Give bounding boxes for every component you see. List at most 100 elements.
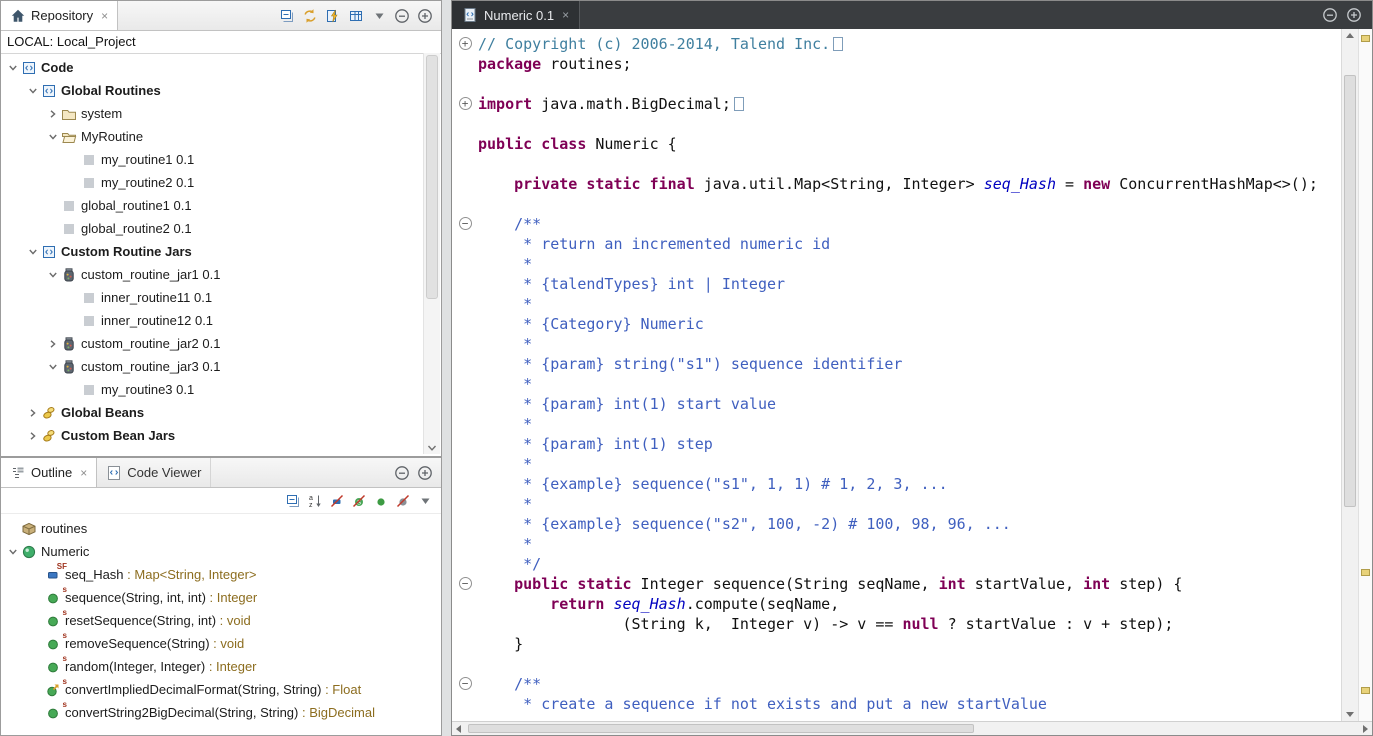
code-line[interactable] [452,154,1341,174]
outline-item-routines[interactable]: routines [1,517,439,540]
repo-item-inner-routine12-0-1[interactable]: inner_routine12 0.1 [1,309,423,332]
repo-item-custom-routine-jars[interactable]: Custom Routine Jars [1,240,423,263]
chevron-down-icon[interactable] [25,247,40,257]
code-line[interactable]: * [452,374,1341,394]
code-line[interactable]: * {example} sequence("s2", 100, -2) # 10… [452,514,1341,534]
code-line[interactable]: * [452,454,1341,474]
repo-item-my-routine2-0-1[interactable]: my_routine2 0.1 [1,171,423,194]
repo-item-code[interactable]: Code [1,56,423,79]
code-line[interactable] [452,194,1341,214]
chevron-down-icon[interactable] [5,63,20,73]
repo-item-myroutine[interactable]: MyRoutine [1,125,423,148]
fold-collapse-icon[interactable]: − [459,217,472,230]
chevron-down-icon[interactable] [45,362,60,372]
chevron-down-icon[interactable] [45,132,60,142]
hide-local-types-icon[interactable] [395,493,411,509]
fold-collapse-icon[interactable]: − [459,677,472,690]
repo-item-custom-routine-jar2-0-1[interactable]: custom_routine_jar2 0.1 [1,332,423,355]
folded-region-box[interactable] [734,97,744,111]
chevron-right-icon[interactable] [45,109,60,119]
repo-item-custom-bean-jars[interactable]: Custom Bean Jars [1,424,423,447]
maximize-icon[interactable] [417,465,433,481]
scrollbar-thumb[interactable] [468,724,974,733]
repo-item-global-routine1-0-1[interactable]: global_routine1 0.1 [1,194,423,217]
grid-icon[interactable] [348,8,364,24]
vertical-scrollbar[interactable] [1341,29,1358,721]
close-icon[interactable]: × [562,8,569,22]
outline-item-convertimplieddecimalformat-string-string[interactable]: sconvertImpliedDecimalFormat(String, Str… [1,678,439,701]
chevron-right-icon[interactable] [25,408,40,418]
code-line[interactable]: − public static Integer sequence(String … [452,574,1341,594]
code-line[interactable]: * [452,254,1341,274]
tab-code-viewer[interactable]: Code Viewer [97,458,211,487]
scrollbar-thumb[interactable] [426,55,438,299]
chevron-down-icon[interactable] [5,547,20,557]
minimize-icon[interactable] [1322,7,1338,23]
occurrence-marker[interactable] [1361,35,1370,42]
code-line[interactable]: * {param} int(1) step [452,434,1341,454]
sync-icon[interactable] [302,8,318,24]
outline-item-removesequence-string[interactable]: sremoveSequence(String) : void [1,632,439,655]
scroll-left-icon[interactable] [452,722,466,735]
repo-item-system[interactable]: system [1,102,423,125]
tab-repository[interactable]: Repository × [1,1,118,30]
scrollbar-thumb[interactable] [1344,75,1356,507]
outline-item-sequence-string-int-int[interactable]: ssequence(String, int, int) : Integer [1,586,439,609]
code-line[interactable]: * create a sequence if not exists and pu… [452,694,1341,714]
code-line[interactable]: return seq_Hash.compute(seqName, [452,594,1341,614]
chevron-down-icon[interactable] [45,270,60,280]
folded-region-box[interactable] [833,37,843,51]
code-line[interactable]: package routines; [452,54,1341,74]
repo-item-custom-routine-jar3-0-1[interactable]: custom_routine_jar3 0.1 [1,355,423,378]
close-icon[interactable]: × [80,466,87,480]
fold-expand-icon[interactable]: + [459,37,472,50]
code-line[interactable]: } [452,634,1341,654]
code-line[interactable]: * return an incremented numeric id [452,234,1341,254]
maximize-icon[interactable] [417,8,433,24]
code-line[interactable]: − /** [452,214,1341,234]
outline-item-seq-hash[interactable]: SFseq_Hash : Map<String, Integer> [1,563,439,586]
collapse-all-icon[interactable] [285,493,301,509]
code-editor[interactable]: +// Copyright (c) 2006-2014, Talend Inc.… [452,29,1341,721]
repo-item-global-routines[interactable]: Global Routines [1,79,423,102]
code-line[interactable]: +// Copyright (c) 2006-2014, Talend Inc. [452,34,1341,54]
occurrence-marker[interactable] [1361,569,1370,576]
chevron-right-icon[interactable] [25,431,40,441]
close-icon[interactable]: × [101,9,108,23]
code-line[interactable]: +import java.math.BigDecimal; [452,94,1341,114]
show-public-icon[interactable] [373,493,389,509]
collapse-all-icon[interactable] [279,8,295,24]
hide-fields-icon[interactable] [329,493,345,509]
minimize-icon[interactable] [394,465,410,481]
scroll-down-icon[interactable] [1342,707,1358,721]
code-line[interactable] [452,654,1341,674]
chevron-down-icon[interactable] [25,86,40,96]
view-menu-icon[interactable] [417,493,433,509]
flash-icon[interactable] [325,8,341,24]
code-line[interactable]: − /** [452,674,1341,694]
code-line[interactable]: * {Category} Numeric [452,314,1341,334]
hide-static-icon[interactable]: S [351,493,367,509]
code-line[interactable] [452,74,1341,94]
code-line[interactable]: * [452,334,1341,354]
tab-numeric-editor[interactable]: Numeric 0.1 × [452,1,580,29]
repo-item-my-routine3-0-1[interactable]: my_routine3 0.1 [1,378,423,401]
scroll-right-icon[interactable] [1358,722,1372,735]
code-line[interactable]: * {param} string("s1") sequence identifi… [452,354,1341,374]
minimize-icon[interactable] [394,8,410,24]
code-line[interactable]: * {talendTypes} int | Integer [452,274,1341,294]
code-line[interactable]: * [452,294,1341,314]
fold-expand-icon[interactable]: + [459,97,472,110]
outline-item-random-integer-integer[interactable]: srandom(Integer, Integer) : Integer [1,655,439,678]
tab-outline[interactable]: Outline × [1,458,97,487]
code-line[interactable]: public class Numeric { [452,134,1341,154]
scroll-up-icon[interactable] [1342,29,1358,43]
fold-collapse-icon[interactable]: − [459,577,472,590]
maximize-icon[interactable] [1346,7,1362,23]
code-line[interactable]: * {param} int(1) start value [452,394,1341,414]
code-line[interactable] [452,114,1341,134]
occurrence-marker[interactable] [1361,687,1370,694]
overview-ruler[interactable] [1358,29,1372,721]
outline-item-resetsequence-string-int[interactable]: sresetSequence(String, int) : void [1,609,439,632]
repo-item-global-beans[interactable]: Global Beans [1,401,423,424]
